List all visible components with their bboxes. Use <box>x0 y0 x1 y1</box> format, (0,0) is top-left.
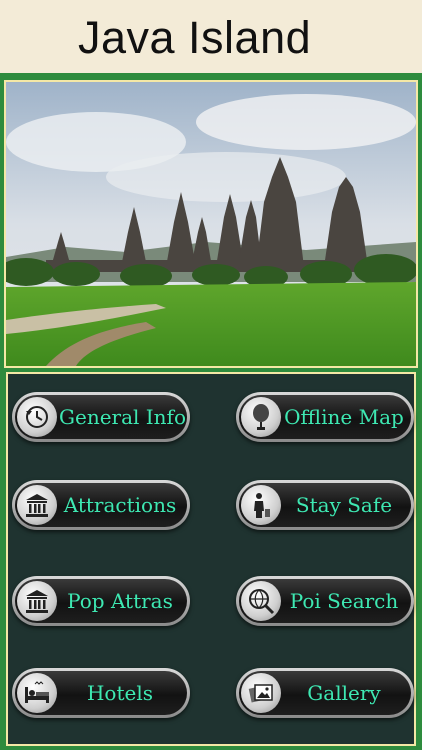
general-info-button[interactable]: General Info <box>12 392 190 442</box>
app-header: Java Island <box>0 0 422 76</box>
temple-icon <box>17 485 57 525</box>
offline-map-button[interactable]: Offline Map <box>236 392 414 442</box>
globe-search-icon <box>241 581 281 621</box>
gallery-button[interactable]: Gallery <box>236 668 414 718</box>
clock-history-icon <box>17 397 57 437</box>
temple-icon <box>17 581 57 621</box>
hero-image <box>4 80 418 368</box>
person-safety-icon <box>241 485 281 525</box>
photo-gallery-icon <box>241 673 281 713</box>
poi-search-label: Poi Search <box>289 589 399 613</box>
pop-attras-label: Pop Attras <box>67 589 173 613</box>
hotels-label: Hotels <box>86 681 153 705</box>
stay-safe-label: Stay Safe <box>295 493 393 517</box>
map-balloon-icon <box>241 397 281 437</box>
menu-panel: General Info Offline Map Attractions Sta… <box>6 372 416 746</box>
hotels-button[interactable]: Hotels <box>12 668 190 718</box>
poi-search-button[interactable]: Poi Search <box>236 576 414 626</box>
temple-landscape-illustration <box>6 82 416 366</box>
attractions-button[interactable]: Attractions <box>12 480 190 530</box>
offline-map-label: Offline Map <box>284 405 404 429</box>
stay-safe-button[interactable]: Stay Safe <box>236 480 414 530</box>
gallery-label: Gallery <box>307 681 381 705</box>
pop-attras-button[interactable]: Pop Attras <box>12 576 190 626</box>
bed-icon <box>17 673 57 713</box>
attractions-label: Attractions <box>63 493 177 517</box>
page-title: Java Island <box>78 12 312 63</box>
general-info-label: General Info <box>59 405 186 429</box>
